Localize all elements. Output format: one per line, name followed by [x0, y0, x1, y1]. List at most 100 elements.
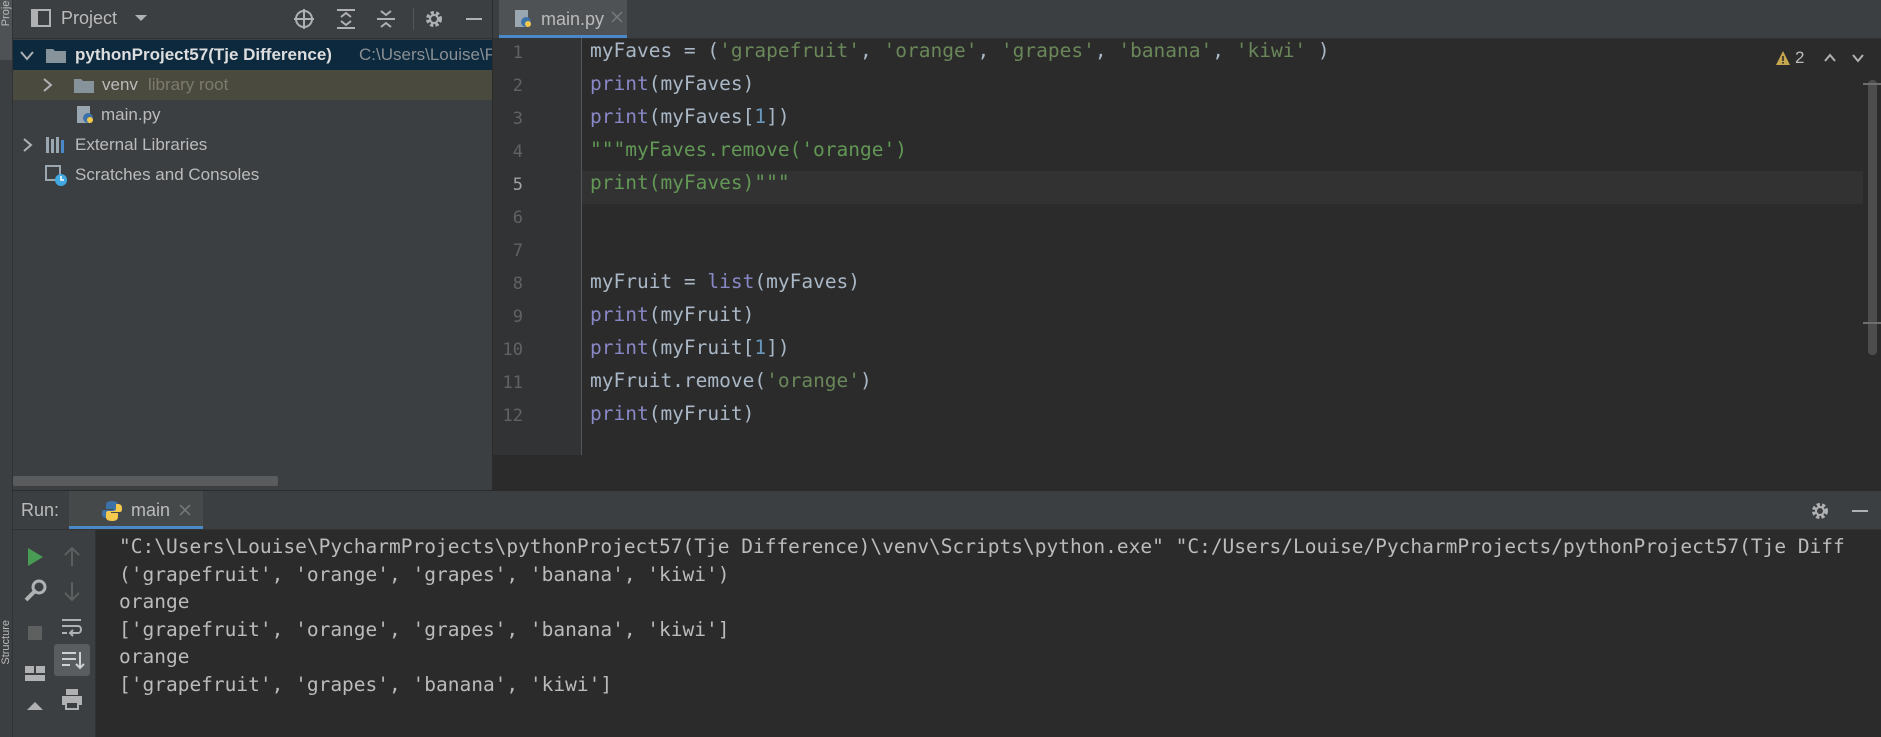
run-label: Run: [21, 500, 60, 520]
code-token: list [707, 270, 755, 293]
run-tab-label: main [131, 500, 171, 520]
tree-item-external-libraries[interactable]: External Libraries [13, 130, 492, 160]
project-root-path: C:\Users\Louise\Pych [359, 45, 492, 64]
tree-item-scratches[interactable]: Scratches and Consoles [13, 160, 492, 190]
console-line: orange [119, 590, 190, 613]
run-tab-main[interactable]: main [69, 491, 203, 529]
code-token: ]) [766, 336, 790, 359]
main-py-name: main.py [101, 105, 161, 124]
minimize-icon[interactable] [1849, 500, 1871, 522]
code-token: print [590, 402, 649, 425]
code-token: print [590, 303, 649, 326]
folder-icon [45, 46, 67, 64]
code-token: ) [860, 369, 872, 392]
gear-icon[interactable] [1809, 500, 1831, 522]
scratches-name: Scratches and Consoles [75, 165, 260, 184]
code-token: 1 [754, 336, 767, 359]
chevron-right-icon[interactable] [39, 77, 55, 93]
tree-item-main-py[interactable]: main.py [13, 100, 492, 130]
structure-tool-button[interactable]: Structure [0, 620, 12, 737]
code-token: myFruit = [590, 270, 708, 293]
python-file-icon [513, 9, 533, 29]
code-token: , [860, 39, 884, 62]
close-icon[interactable] [179, 504, 191, 516]
code-token: 'grapefruit' [719, 39, 861, 62]
code-token: , [1212, 39, 1236, 62]
python-icon [101, 500, 123, 522]
code-token: print [590, 105, 649, 128]
code-token: (myFruit[ [648, 336, 755, 359]
tree-item-project-root[interactable]: pythonProject57(Tje Difference) C:\Users… [13, 40, 492, 70]
console-line: orange [119, 645, 190, 668]
code-token: ) [1306, 39, 1330, 62]
code-line: myFruit = list(myFaves) [590, 270, 860, 293]
project-panel-header: Project [13, 0, 492, 39]
run-panel: Run: main "C:\Users\Louise\PycharmProjec… [13, 491, 1881, 737]
code-token: (myFaves[ [648, 105, 755, 128]
project-panel: Project pythonProject57(Tje Difference) … [13, 0, 492, 490]
tool-window-stripe: Project Structure [0, 0, 13, 737]
project-window-icon [31, 9, 51, 27]
project-tool-button[interactable]: Project [0, 0, 12, 60]
code-line: myFaves = ('grapefruit', 'orange', 'grap… [590, 39, 1330, 62]
code-area[interactable]: myFaves = ('grapefruit', 'orange', 'grap… [493, 38, 1863, 455]
tab-main-py[interactable]: main.py [499, 0, 627, 38]
code-line: print(myFruit) [590, 402, 754, 425]
external-libraries-name: External Libraries [75, 135, 208, 154]
gear-icon[interactable] [423, 8, 445, 30]
code-line: print(myFruit[1]) [590, 336, 790, 359]
code-line: print(myFaves)""" [590, 171, 790, 194]
console-line: ['grapefruit', 'grapes', 'banana', 'kiwi… [119, 672, 613, 696]
console-line: "C:\Users\Louise\PycharmProjects\pythonP… [119, 535, 1845, 558]
code-token: 'orange' [766, 369, 861, 392]
horizontal-scrollbar[interactable] [13, 476, 278, 486]
code-token: 'grapes' [1000, 39, 1095, 62]
tab-label: main.py [541, 9, 605, 29]
chevron-down-icon[interactable] [19, 47, 35, 63]
venv-name: venv [102, 75, 138, 94]
code-token: 1 [754, 105, 767, 128]
warning-icon [1775, 50, 1791, 66]
code-token: (myFaves) [648, 72, 755, 95]
chevron-right-icon[interactable] [19, 137, 35, 153]
project-view-title[interactable]: Project [61, 8, 117, 29]
code-line: print(myFruit) [590, 303, 754, 326]
scratches-icon [45, 165, 69, 187]
code-token: 'kiwi' [1235, 39, 1307, 62]
run-panel-header: Run: main [13, 491, 1881, 530]
code-token: (myFaves) [754, 270, 861, 293]
close-icon[interactable] [611, 11, 623, 23]
code-token: (myFruit) [648, 402, 755, 425]
code-token: print(myFaves)""" [590, 171, 790, 194]
code-token: print [590, 72, 649, 95]
folder-icon [73, 76, 95, 94]
code-line: print(myFaves) [590, 72, 754, 95]
vertical-scrollbar[interactable] [1868, 80, 1877, 355]
locate-icon[interactable] [293, 8, 315, 30]
header-divider [413, 8, 414, 30]
code-line: myFruit.remove('orange') [590, 369, 872, 392]
editor-tab-bar: main.py [493, 0, 1881, 39]
code-token: , [977, 39, 1001, 62]
code-line: print(myFaves[1]) [590, 105, 790, 128]
code-line: """myFaves.remove('orange') [590, 138, 907, 161]
library-icon [45, 135, 69, 155]
tree-item-venv[interactable]: venv library root [13, 70, 492, 100]
code-token: """myFaves.remove('orange') [590, 138, 907, 161]
structure-tool-label: Structure [0, 620, 12, 665]
python-file-icon [75, 105, 95, 125]
scroll-marker [1863, 83, 1881, 85]
project-root-name: pythonProject57(Tje Difference) [75, 45, 332, 64]
chevron-down-icon[interactable] [133, 10, 149, 26]
code-token: 'banana' [1118, 39, 1213, 62]
minimize-icon[interactable] [463, 8, 485, 30]
collapse-all-icon[interactable] [375, 8, 397, 30]
previous-highlight-icon[interactable] [1823, 51, 1837, 65]
console-line: ['grapefruit', 'orange', 'grapes', 'bana… [119, 617, 730, 641]
console-line: ('grapefruit', 'orange', 'grapes', 'bana… [119, 562, 730, 586]
console-output[interactable]: "C:\Users\Louise\PycharmProjects\pythonP… [13, 530, 1881, 737]
code-token: myFruit.remove( [590, 369, 767, 392]
next-highlight-icon[interactable] [1851, 51, 1865, 65]
expand-all-icon[interactable] [335, 8, 357, 30]
code-token: , [1094, 39, 1119, 62]
